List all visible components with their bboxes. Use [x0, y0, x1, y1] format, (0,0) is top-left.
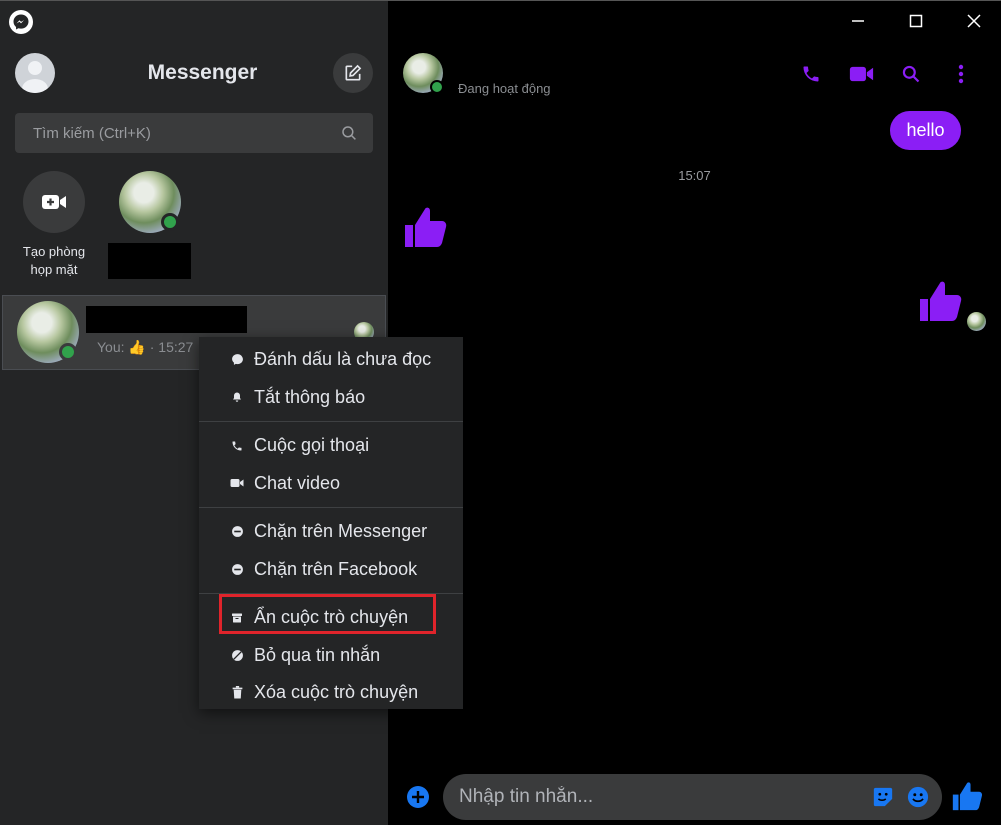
new-message-button[interactable] — [333, 53, 373, 93]
message-composer — [443, 774, 942, 820]
menu-divider — [199, 421, 463, 422]
minimize-button[interactable] — [843, 7, 873, 35]
outgoing-like-icon[interactable] — [916, 277, 964, 325]
preview-separator: · — [149, 339, 155, 355]
compose-icon — [345, 64, 362, 81]
ignore-icon — [230, 648, 244, 662]
preview-emoji: 👍 — [128, 339, 146, 355]
message-input[interactable] — [443, 774, 863, 820]
menu-item-ignore-messages[interactable]: Bỏ qua tin nhắn — [199, 637, 463, 675]
video-plus-icon — [42, 195, 66, 209]
menu-item-delete-conversation[interactable]: Xóa cuộc trò chuyện — [199, 674, 463, 712]
messenger-logo-icon — [9, 10, 33, 34]
search-icon[interactable] — [340, 124, 358, 142]
more-vertical-icon — [958, 64, 964, 84]
online-indicator — [59, 343, 77, 361]
search-icon — [902, 65, 920, 83]
video-camera-icon — [230, 476, 244, 490]
conversation-context-menu: Đánh dấu là chưa đọc Tắt thông báo Cuộc … — [199, 337, 463, 709]
search-box — [15, 113, 373, 153]
redacted-name — [108, 243, 191, 279]
search-conversation-button[interactable] — [898, 61, 924, 87]
active-contact-story[interactable] — [108, 171, 192, 279]
chat-contact-avatar[interactable] — [403, 53, 444, 94]
maximize-icon — [909, 14, 923, 28]
online-indicator — [430, 80, 444, 94]
close-icon — [967, 14, 981, 28]
sticker-button[interactable] — [871, 785, 895, 809]
menu-divider — [199, 593, 463, 594]
search-input[interactable] — [15, 113, 335, 153]
menu-item-block-facebook[interactable]: Chặn trên Facebook — [199, 551, 463, 589]
menu-item-hide-conversation[interactable]: Ẩn cuộc trò chuyện — [199, 599, 463, 637]
add-attachment-icon[interactable] — [406, 785, 430, 809]
menu-divider — [199, 507, 463, 508]
conversation-avatar — [17, 301, 79, 363]
menu-item-mute[interactable]: Tắt thông báo — [199, 379, 463, 417]
phone-icon — [803, 66, 819, 82]
menu-item-voice-call[interactable]: Cuộc gọi thoại — [199, 427, 463, 465]
app-title: Messenger — [147, 61, 258, 84]
create-room-label: Tạo phòng họp mặt — [22, 244, 86, 277]
menu-item-block-messenger[interactable]: Chặn trên Messenger — [199, 513, 463, 551]
menu-item-mark-unread[interactable]: Đánh dấu là chưa đọc — [199, 341, 463, 379]
emoji-icon — [907, 786, 929, 808]
bell-icon — [230, 390, 244, 404]
seen-avatar — [967, 312, 986, 331]
video-call-button[interactable] — [848, 61, 874, 87]
minimize-icon — [852, 20, 864, 22]
send-like-icon[interactable] — [950, 779, 984, 813]
emoji-button[interactable] — [906, 785, 930, 809]
trash-icon — [230, 686, 244, 700]
preview-prefix: You: — [97, 339, 125, 355]
block-icon — [230, 525, 244, 539]
outgoing-message-bubble[interactable]: hello — [890, 111, 961, 150]
archive-icon — [230, 611, 244, 625]
preview-time: 15:27 — [158, 339, 194, 355]
chat-bubble-icon — [230, 353, 244, 367]
phone-icon — [230, 439, 244, 453]
maximize-button[interactable] — [901, 7, 931, 35]
voice-call-button[interactable] — [798, 61, 824, 87]
more-options-button[interactable] — [948, 61, 974, 87]
user-avatar[interactable] — [15, 53, 55, 93]
menu-item-video-chat[interactable]: Chat video — [199, 465, 463, 503]
contact-status: Đang hoạt động — [458, 81, 551, 96]
messenger-window: Messenger Tạo phòng họp mặt — [0, 0, 1001, 825]
create-room-item[interactable]: Tạo phòng họp mặt — [13, 171, 95, 279]
conversation-preview: You: 👍 · 15:27 — [97, 339, 193, 356]
incoming-like-icon[interactable] — [401, 203, 449, 251]
block-icon — [230, 562, 244, 576]
message-timestamp: 15:07 — [678, 168, 711, 183]
close-button[interactable] — [959, 7, 989, 35]
redacted-name — [86, 306, 247, 333]
sticker-icon — [873, 787, 893, 807]
video-camera-icon — [849, 66, 873, 82]
online-indicator — [161, 213, 179, 231]
